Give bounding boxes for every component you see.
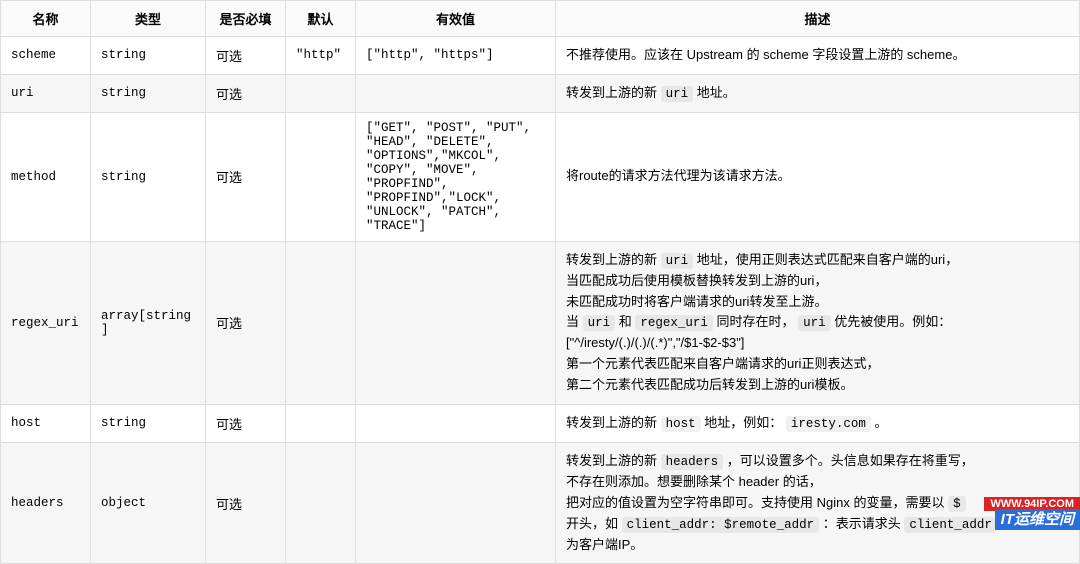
- cell-values: [356, 241, 556, 404]
- table-header-row: 名称 类型 是否必填 默认 有效值 描述: [1, 1, 1080, 37]
- cell-default: [286, 112, 356, 241]
- cell-default: [286, 442, 356, 564]
- cell-required: 可选: [206, 37, 286, 75]
- cell-default: "http": [286, 37, 356, 75]
- cell-name: uri: [1, 74, 91, 112]
- cell-values: [356, 404, 556, 442]
- table-row: uristring可选转发到上游的新 uri 地址。: [1, 74, 1080, 112]
- cell-values: ["GET", "POST", "PUT", "HEAD", "DELETE",…: [356, 112, 556, 241]
- col-header-default: 默认: [286, 1, 356, 37]
- watermark: WWW.94IP.COM IT运维空间: [984, 495, 1080, 529]
- cell-desc: 转发到上游的新 uri 地址，使用正则表达式匹配来自客户端的uri，当匹配成功后…: [556, 241, 1080, 404]
- inline-code: headers: [661, 454, 724, 470]
- col-header-type: 类型: [91, 1, 206, 37]
- cell-values: [356, 442, 556, 564]
- cell-type: string: [91, 74, 206, 112]
- cell-required: 可选: [206, 112, 286, 241]
- cell-type: array[string]: [91, 241, 206, 404]
- cell-default: [286, 404, 356, 442]
- inline-code: uri: [583, 315, 616, 331]
- params-table: 名称 类型 是否必填 默认 有效值 描述 schemestring可选"http…: [0, 0, 1080, 564]
- cell-type: string: [91, 404, 206, 442]
- cell-required: 可选: [206, 74, 286, 112]
- cell-desc: 将route的请求方法代理为该请求方法。: [556, 112, 1080, 241]
- cell-name: host: [1, 404, 91, 442]
- table-row: methodstring可选 ["GET", "POST", "PUT", "HE…: [1, 112, 1080, 241]
- inline-code: host: [661, 416, 701, 432]
- cell-values: ["http", "https"]: [356, 37, 556, 75]
- cell-name: method: [1, 112, 91, 241]
- inline-code: uri: [798, 315, 831, 331]
- watermark-brand: IT运维空间: [995, 509, 1080, 530]
- cell-default: [286, 241, 356, 404]
- col-header-desc: 描述: [556, 1, 1080, 37]
- cell-name: headers: [1, 442, 91, 564]
- col-header-required: 是否必填: [206, 1, 286, 37]
- cell-name: scheme: [1, 37, 91, 75]
- cell-required: 可选: [206, 442, 286, 564]
- inline-code: iresty.com: [786, 416, 871, 432]
- cell-default: [286, 74, 356, 112]
- table-row: headersobject可选转发到上游的新 headers ，可以设置多个。头…: [1, 442, 1080, 564]
- cell-type: object: [91, 442, 206, 564]
- inline-code: uri: [661, 86, 694, 102]
- cell-required: 可选: [206, 404, 286, 442]
- cell-type: string: [91, 37, 206, 75]
- table-row: hoststring可选转发到上游的新 host 地址，例如： iresty.c…: [1, 404, 1080, 442]
- col-header-name: 名称: [1, 1, 91, 37]
- cell-name: regex_uri: [1, 241, 91, 404]
- cell-type: string: [91, 112, 206, 241]
- table-row: regex_uriarray[string]可选转发到上游的新 uri 地址，使…: [1, 241, 1080, 404]
- cell-values: [356, 74, 556, 112]
- cell-desc: 转发到上游的新 host 地址，例如： iresty.com 。: [556, 404, 1080, 442]
- inline-code: client_addr: [904, 517, 997, 533]
- cell-desc: 不推荐使用。应该在 Upstream 的 scheme 字段设置上游的 sche…: [556, 37, 1080, 75]
- inline-code: client_addr: $remote_addr: [622, 517, 820, 533]
- inline-code: uri: [661, 253, 694, 269]
- cell-desc: 转发到上游的新 uri 地址。: [556, 74, 1080, 112]
- col-header-values: 有效值: [356, 1, 556, 37]
- inline-code: $: [948, 496, 966, 512]
- table-row: schemestring可选"http"["http", "https"]不推荐…: [1, 37, 1080, 75]
- cell-required: 可选: [206, 241, 286, 404]
- inline-code: regex_uri: [635, 315, 713, 331]
